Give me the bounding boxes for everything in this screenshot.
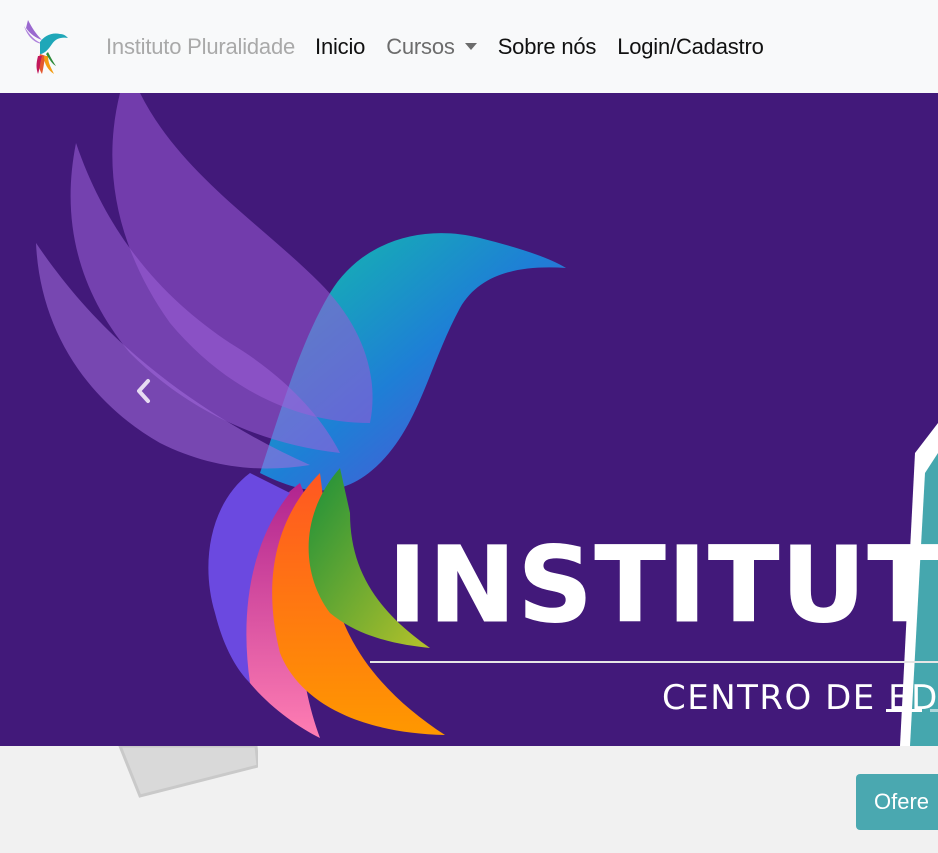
bird-illustration bbox=[36, 93, 938, 746]
offer-button[interactable]: Ofere bbox=[856, 774, 938, 830]
carousel-indicators bbox=[886, 709, 938, 712]
top-navbar: Instituto Pluralidade Inicio Cursos Sobr… bbox=[0, 0, 938, 93]
nav-item-inicio[interactable]: Inicio bbox=[315, 34, 365, 60]
chevron-left-icon bbox=[137, 379, 150, 403]
carousel-indicator-1[interactable] bbox=[886, 709, 922, 712]
caret-down-icon bbox=[464, 42, 477, 50]
hero-carousel: INSTITUTO CENTRO DE EDU bbox=[0, 93, 938, 746]
slide-title: INSTITUTO bbox=[387, 524, 938, 646]
nav-item-sobre-nos[interactable]: Sobre nós bbox=[498, 34, 597, 60]
background-tablet-shape bbox=[118, 746, 258, 798]
navbar-brand[interactable]: Instituto Pluralidade bbox=[106, 34, 295, 60]
bird-logo-icon[interactable] bbox=[22, 16, 70, 76]
carousel-indicator-2[interactable] bbox=[930, 709, 938, 712]
slide-divider bbox=[370, 661, 938, 663]
nav-item-cursos-label: Cursos bbox=[386, 33, 455, 59]
nav-item-login-cadastro[interactable]: Login/Cadastro bbox=[617, 34, 764, 60]
nav-menu: Instituto Pluralidade Inicio Cursos Sobr… bbox=[106, 0, 785, 93]
nav-item-cursos-dropdown[interactable]: Cursos bbox=[386, 34, 477, 60]
carousel-prev-button[interactable] bbox=[126, 369, 162, 413]
